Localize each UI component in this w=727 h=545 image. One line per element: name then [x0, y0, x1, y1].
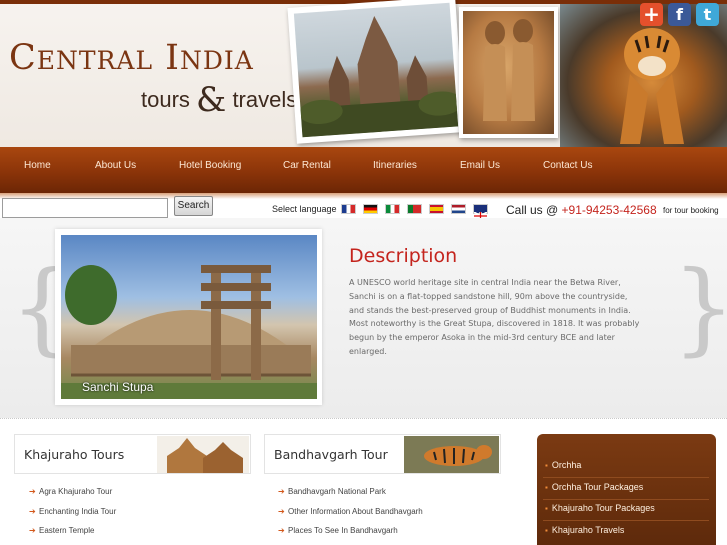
side-link-label: Khajuraho Travels	[551, 525, 625, 535]
list-item[interactable]: ➔ Enchanting India Tour	[29, 507, 116, 527]
bullet-icon: ▪	[545, 483, 548, 492]
slider-divider	[0, 418, 727, 419]
germany-flag-icon[interactable]	[363, 204, 378, 214]
italy-flag-icon[interactable]	[385, 204, 400, 214]
list-item-label: Other Information About Bandhavgarh	[288, 506, 423, 516]
nav-email-us[interactable]: Email Us	[460, 160, 500, 171]
list-item[interactable]: ➔ Places To See In Bandhavgarh	[278, 526, 423, 545]
slide-description: A UNESCO world heritage site in central …	[349, 278, 640, 356]
temple-photo	[287, 0, 465, 144]
temple-illustration	[298, 15, 459, 138]
bullet-icon: ▪	[545, 461, 548, 470]
arrow-icon: ➔	[29, 506, 36, 516]
bandhavgarh-box-title: Bandhavgarh Tour	[274, 447, 388, 462]
arrow-icon: ➔	[29, 487, 36, 496]
side-link-khajuraho-travels[interactable]: ▪ Khajuraho Travels	[545, 525, 624, 543]
list-item-label: Bandhavgarh National Park	[288, 487, 386, 496]
nav-home[interactable]: Home	[24, 160, 51, 171]
language-label: Select language	[272, 204, 337, 214]
call-us-text: Call us @ +91-94253-42568	[506, 203, 657, 217]
side-links-panel: ▪ Orchha ▪ Orchha Tour Packages ▪ Khajuraho…	[537, 434, 716, 545]
facebook-icon[interactable]: f	[668, 3, 691, 26]
search-button[interactable]: Search	[174, 196, 213, 216]
logo-title[interactable]: Central India	[9, 38, 254, 78]
nav-contact-us[interactable]: Contact Us	[543, 160, 592, 171]
side-separator	[543, 499, 709, 500]
list-item[interactable]: ➔ Other Information About Bandhavgarh	[278, 507, 423, 527]
arrow-icon: ➔	[278, 487, 285, 496]
logo-ampersand: &	[196, 80, 227, 120]
side-link-khajuraho-packages[interactable]: ▪ Khajuraho Tour Packages	[545, 503, 655, 521]
logo-tagline[interactable]: tours & travels	[141, 76, 298, 120]
site-header: Central India tours & travels + f t	[0, 0, 727, 147]
side-separator	[543, 477, 709, 478]
khajuraho-tours-box[interactable]: Khajuraho Tours	[14, 434, 251, 474]
statue-photo	[459, 7, 558, 138]
arrow-icon: ➔	[278, 506, 285, 516]
khajuraho-temple-thumbnail	[157, 436, 249, 473]
khajuraho-box-title: Khajuraho Tours	[24, 447, 125, 462]
bandhavgarh-tour-box[interactable]: Bandhavgarh Tour	[264, 434, 501, 474]
list-item[interactable]: ➔ Agra Khajuraho Tour	[29, 487, 116, 507]
call-suffix: for tour booking	[663, 206, 719, 215]
nav-itineraries[interactable]: Itineraries	[373, 160, 417, 171]
nav-car-rental[interactable]: Car Rental	[283, 160, 331, 171]
bullet-icon: ▪	[545, 526, 548, 535]
call-prefix: Call us @	[506, 203, 562, 217]
list-item[interactable]: ➔ Bandhavgarh National Park	[278, 487, 423, 507]
bandhavgarh-list: ➔ Bandhavgarh National Park ➔ Other Inform…	[278, 487, 423, 545]
plus-share-icon[interactable]: +	[640, 3, 663, 26]
side-link-orchha-packages[interactable]: ▪ Orchha Tour Packages	[545, 482, 643, 500]
stupa-illustration	[61, 265, 317, 399]
sanchi-stupa-photo[interactable]	[61, 235, 317, 399]
uk-flag-icon[interactable]	[473, 204, 488, 221]
side-link-label: Orchha Tour Packages	[551, 482, 644, 492]
slide-caption: Sanchi Stupa	[82, 380, 154, 394]
side-separator	[543, 520, 709, 521]
slide-title: Description	[349, 245, 458, 267]
list-item-label: Places To See In Bandhavgarh	[288, 526, 398, 535]
arrow-icon: ➔	[278, 526, 285, 535]
arrow-icon: ➔	[29, 526, 36, 535]
side-link-orchha[interactable]: ▪ Orchha	[545, 460, 581, 478]
netherlands-flag-icon[interactable]	[451, 204, 466, 214]
phone-number[interactable]: +91-94253-42568	[562, 203, 657, 217]
khajuraho-list: ➔ Agra Khajuraho Tour ➔ Enchanting India T…	[29, 487, 116, 545]
search-input[interactable]	[2, 198, 168, 218]
list-item[interactable]: ➔ Eastern Temple	[29, 526, 116, 545]
statue-illustration	[483, 19, 535, 121]
tiger-thumbnail	[404, 436, 499, 473]
main-nav: Home About Us Hotel Booking Car Rental I…	[0, 147, 727, 193]
side-link-label: Orchha	[551, 460, 582, 470]
list-item-label: Enchanting India Tour	[39, 506, 117, 516]
logo-tagline-left: tours	[141, 87, 190, 112]
list-item-label: Agra Khajuraho Tour	[39, 487, 113, 496]
france-flag-icon[interactable]	[341, 204, 356, 214]
portugal-flag-icon[interactable]	[407, 204, 422, 214]
side-link-label: Khajuraho Tour Packages	[551, 503, 655, 513]
bullet-icon: ▪	[545, 504, 548, 513]
twitter-icon[interactable]: t	[696, 3, 719, 26]
logo-tagline-right: travels	[232, 87, 298, 112]
list-item-label: Eastern Temple	[39, 526, 95, 535]
slider-next-arrow[interactable]: }	[672, 258, 727, 358]
spain-flag-icon[interactable]	[429, 204, 444, 214]
nav-about-us[interactable]: About Us	[95, 160, 136, 171]
nav-hotel-booking[interactable]: Hotel Booking	[179, 160, 241, 171]
